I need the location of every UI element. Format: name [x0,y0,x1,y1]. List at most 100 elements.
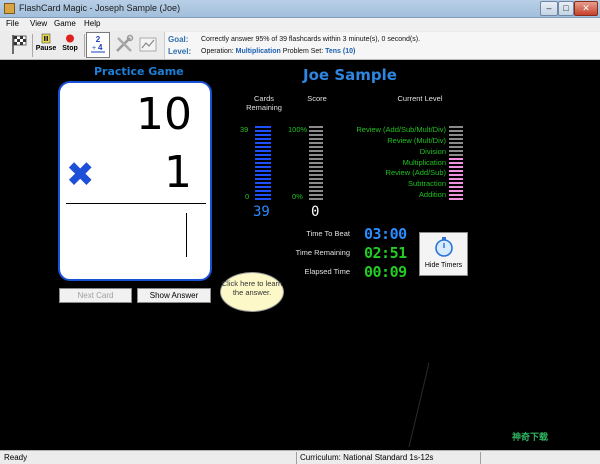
score-label: Score [307,94,327,103]
level-item: Review (Mult/Div) [387,135,446,145]
student-name: Joe Sample [303,66,397,84]
pause-button[interactable]: Pause [34,33,58,58]
title-bar: FlashCard Magic - Joseph Sample (Joe) – … [0,0,600,18]
level-gauge-segment [449,178,463,180]
score-value: 0 [311,204,320,220]
current-level-label: Current Level [397,94,443,103]
time-remaining-label: Time Remaining [295,248,350,257]
score-gauge-segment [309,138,323,140]
stop-button[interactable]: Stop [58,33,82,58]
show-answer-button[interactable]: Show Answer [137,288,211,303]
cards-gauge-segment [255,158,271,160]
cards-gauge-segment [255,162,271,164]
flag-button[interactable] [8,33,30,58]
math-select-icon: 2 + 4 [91,35,105,53]
level-text: Operation: Multiplication Problem Set: T… [201,48,355,55]
flashcard: 10 ✖ 1 [58,81,212,281]
card-top-number: 10 [136,89,192,140]
score-gauge-segment [309,150,323,152]
score-gauge-segment [309,166,323,168]
close-button[interactable]: ✕ [574,1,598,16]
curriculum-text: Curriculum: National Standard 1s-12s [300,453,434,462]
elapsed-time-label: Elapsed Time [304,267,350,276]
goal-text: Correctly answer 95% of 39 flashcards wi… [201,36,421,43]
card-bottom-number: 1 [164,147,192,198]
tools-button[interactable] [112,33,136,58]
cards-remaining-value: 39 [253,204,270,220]
level-key: Level: [168,47,192,56]
score-gauge-segment [309,186,323,188]
level-item: Review (Add/Sub/Mult/Div) [356,125,446,134]
score-axis-min: 0% [292,192,303,201]
multiply-icon: ✖ [66,155,95,195]
elapsed-time-value: 00:09 [364,263,407,281]
math-select-button[interactable]: 2 + 4 [86,32,110,58]
stopwatch-icon [434,237,453,257]
cards-gauge-segment [255,146,271,148]
operation-value: Multiplication [235,48,281,55]
cards-gauge-segment [255,142,271,144]
menu-bar: File View Game Help [0,18,600,31]
level-gauge-segment [449,166,463,168]
app-icon [4,3,15,14]
level-gauge-segment [449,126,463,128]
level-gauge-segment [449,186,463,188]
next-card-button[interactable]: Next Card [59,288,132,303]
hide-timers-label: Hide Timers [424,262,463,269]
level-gauge-segment [449,170,463,172]
cards-gauge-segment [255,190,271,192]
menu-file[interactable]: File [6,19,19,28]
score-gauge-segment [309,178,323,180]
goal-panel: Goal: Correctly answer 95% of 39 flashca… [164,32,600,59]
cards-gauge-segment [255,166,271,168]
menu-view[interactable]: View [30,19,47,28]
hide-timers-button[interactable]: Hide Timers [419,232,468,276]
help-bubble[interactable]: Click here to learn the answer. [220,272,284,312]
cards-gauge-segment [255,134,271,136]
minimize-button[interactable]: – [540,1,558,16]
chart-icon [139,37,157,52]
pause-icon [41,33,51,44]
menu-help[interactable]: Help [84,19,100,28]
toolbar-separator [84,34,85,57]
score-gauge-segment [309,146,323,148]
level-gauge-segment [449,182,463,184]
level-item: Multiplication [402,157,446,167]
score-gauge-segment [309,162,323,164]
score-gauge-segment [309,142,323,144]
cards-gauge-segment [255,174,271,176]
cards-remaining-label: Cards Remaining [246,94,282,112]
cards-gauge-segment [255,170,271,172]
status-text: Ready [4,453,28,462]
practice-title: Practice Game [94,65,184,78]
flag-icon [12,35,27,54]
cards-remaining-gauge [255,125,271,201]
answer-input-cursor[interactable] [186,213,187,257]
cards-gauge-segment [255,154,271,156]
time-remaining-value: 02:51 [364,244,407,262]
problem-set-label: Problem Set: [282,48,324,55]
menu-game[interactable]: Game [54,19,76,28]
level-item: Division [419,146,446,156]
level-gauge-segment [449,142,463,144]
cards-gauge-segment [255,150,271,152]
cards-axis-min: 0 [245,192,250,201]
level-gauge-segment [449,150,463,152]
score-gauge-segment [309,126,323,128]
tools-icon [116,34,134,52]
status-divider [296,452,297,464]
cards-gauge-segment [255,186,271,188]
maximize-button[interactable]: □ [558,1,574,16]
score-gauge-segment [309,130,323,132]
game-area: Practice Game 10 ✖ 1 Next Card Show Answ… [0,61,600,450]
score-gauge-segment [309,194,323,196]
stop-label: Stop [62,45,78,52]
level-gauge-segment [449,130,463,132]
chart-button[interactable] [136,33,160,58]
status-divider [480,452,481,464]
status-bar: Ready Curriculum: National Standard 1s-1… [0,450,600,464]
problem-set-value: Tens (10) [325,48,356,55]
level-gauge-segment [449,194,463,196]
level-gauge [449,125,463,201]
cards-gauge-segment [255,198,271,200]
